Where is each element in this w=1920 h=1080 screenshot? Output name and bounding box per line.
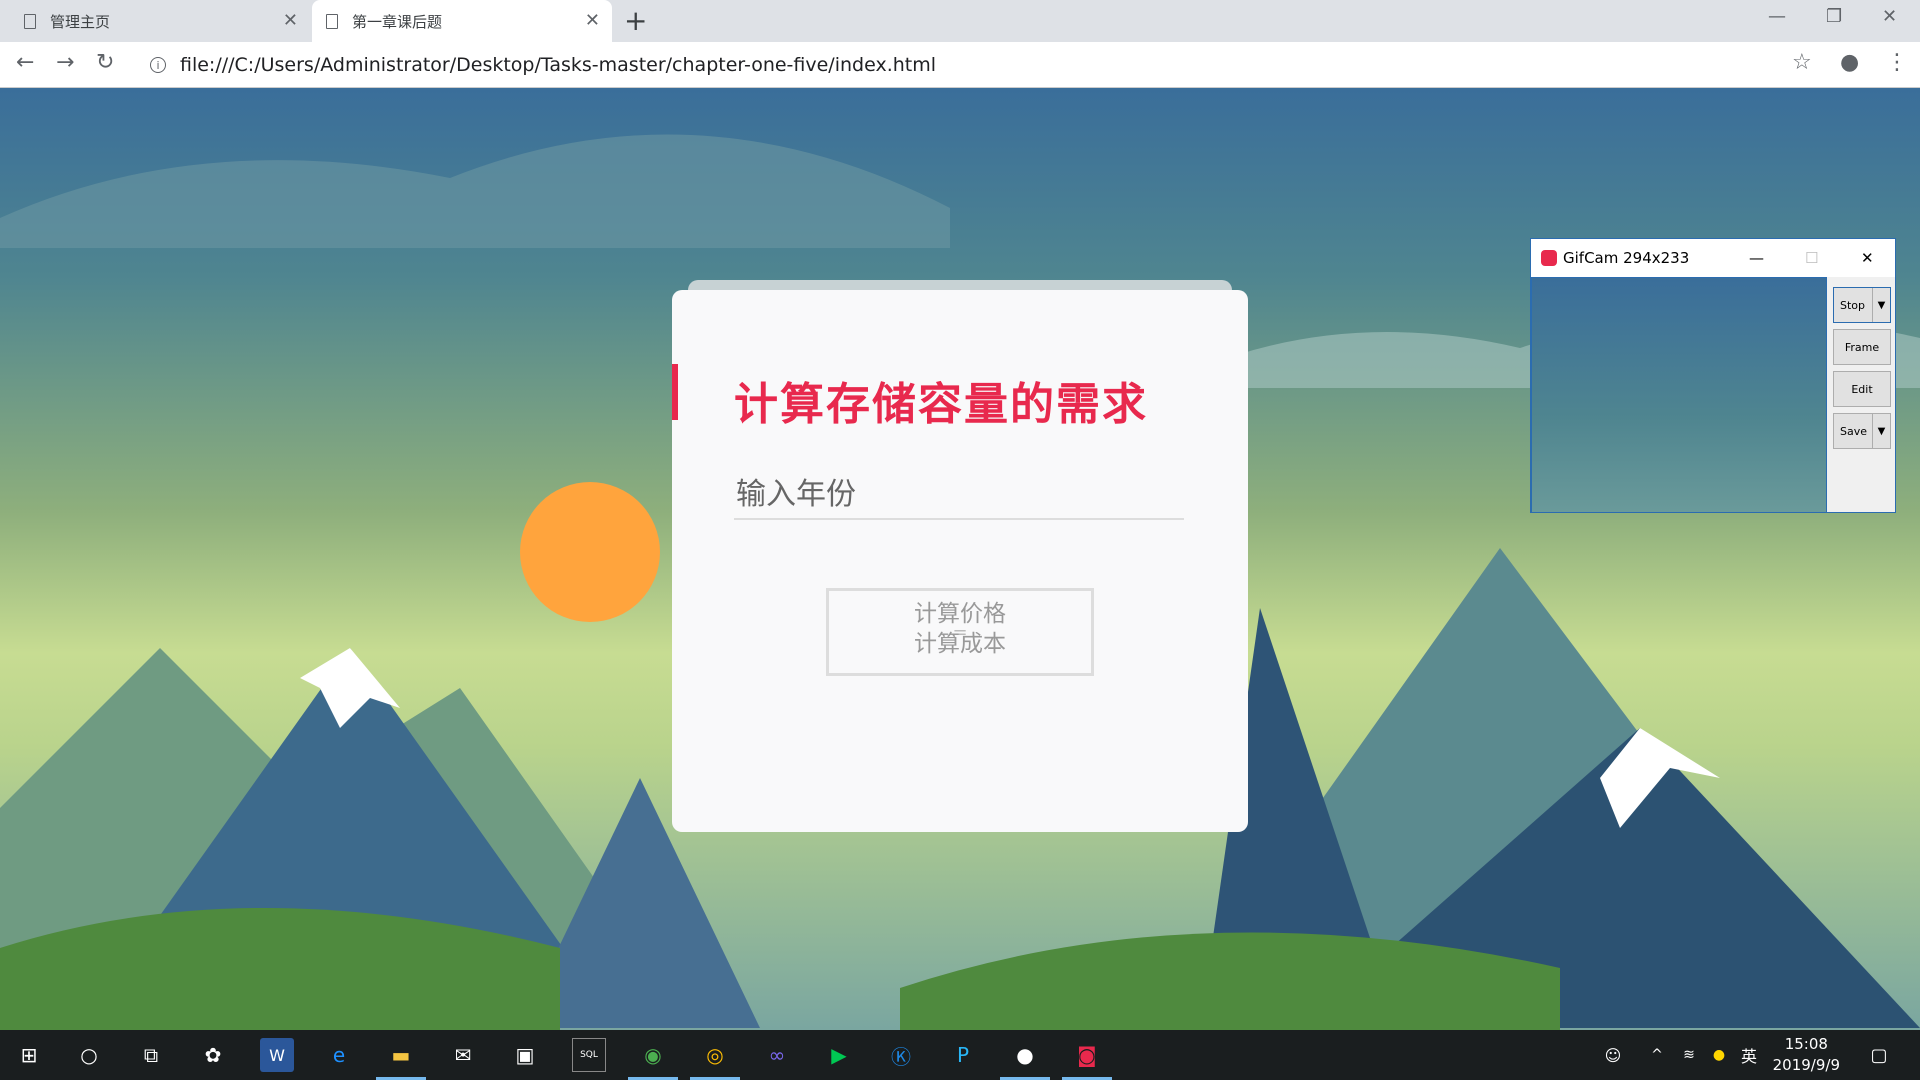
close-tab-icon[interactable]: ✕ xyxy=(283,10,298,31)
ime-indicator[interactable]: 英 xyxy=(1732,1038,1766,1072)
page-title: 计算存储容量的需求 xyxy=(734,379,1148,430)
back-icon[interactable]: ← xyxy=(16,50,34,75)
task-view-icon[interactable]: ⧉ xyxy=(134,1038,168,1072)
restore-window-icon[interactable]: ❐ xyxy=(1826,6,1842,27)
start-icon[interactable]: ⊞ xyxy=(12,1038,46,1072)
minimize-window-icon[interactable]: — xyxy=(1768,6,1786,27)
document-icon xyxy=(326,13,338,29)
browser-tab-bar: 管理主页 ✕ 第一章课后题 ✕ + — ❐ ✕ xyxy=(0,0,1920,42)
tab-title: 管理主页 xyxy=(50,12,111,31)
gifcam-title: GifCam 294x233 xyxy=(1563,249,1690,267)
store-icon[interactable]: ▣ xyxy=(508,1038,542,1072)
calculate-cost-link[interactable]: 计算成本 xyxy=(672,624,1248,658)
gifcam-close-icon[interactable]: ✕ xyxy=(1861,249,1874,267)
notification-icon[interactable]: ▢ xyxy=(1862,1038,1896,1072)
year-input[interactable] xyxy=(734,470,1184,520)
bookmark-star-icon[interactable]: ☆ xyxy=(1792,50,1812,75)
clock-time: 15:08 xyxy=(1784,1035,1828,1053)
taskbar-clock[interactable]: 15:08 2019/9/9 xyxy=(1773,1034,1840,1076)
p-app-icon[interactable]: P xyxy=(946,1038,980,1072)
gifcam-capture-area[interactable] xyxy=(1531,277,1827,513)
word-icon[interactable]: W xyxy=(260,1038,294,1072)
profile-icon[interactable]: ● xyxy=(1840,50,1859,75)
address-bar: ← → ↻ i file:///C:/Users/Administrator/D… xyxy=(0,42,1920,88)
gifcam-app-icon xyxy=(1541,250,1557,266)
gifcam-minimize-icon[interactable]: — xyxy=(1749,249,1764,267)
tray-chevron-icon[interactable]: ^ xyxy=(1640,1038,1674,1072)
chrome-icon[interactable]: ◎ xyxy=(690,1038,740,1080)
save-label: Save xyxy=(1840,424,1868,438)
tray-app-icon[interactable]: ● xyxy=(1702,1038,1736,1072)
play-icon[interactable]: ▶ xyxy=(822,1038,856,1072)
info-icon[interactable]: i xyxy=(150,57,166,73)
gifcam-stop-button[interactable]: Stop ▼ xyxy=(1833,287,1891,323)
mysql-icon[interactable]: SQL xyxy=(572,1038,606,1072)
infinity-icon[interactable]: ∞ xyxy=(760,1038,794,1072)
tab-chapter-one[interactable]: 第一章课后题 ✕ xyxy=(312,0,612,42)
wifi-icon[interactable]: ≋ xyxy=(1672,1038,1706,1072)
gifcam-edit-button[interactable]: Edit xyxy=(1833,371,1891,407)
search-icon[interactable]: ○ xyxy=(72,1038,106,1072)
page-background: 计算存储容量的需求 = 计算价格 计算成本 GifCam 294x233 — ☐… xyxy=(0,88,1920,1030)
file-explorer-icon[interactable]: ▬ xyxy=(376,1038,426,1080)
title-accent-bar xyxy=(672,364,678,420)
gifcam-maximize-icon[interactable]: ☐ xyxy=(1805,249,1818,267)
calculate-price-link[interactable]: 计算价格 xyxy=(672,594,1248,628)
people-icon[interactable]: ☺ xyxy=(1596,1038,1630,1072)
stop-dropdown-icon[interactable]: ▼ xyxy=(1872,288,1890,322)
gifcam-titlebar: GifCam 294x233 — ☐ ✕ xyxy=(1531,239,1895,277)
calculator-card: 计算存储容量的需求 = 计算价格 计算成本 xyxy=(672,290,1248,832)
url-field[interactable]: i file:///C:/Users/Administrator/Desktop… xyxy=(150,50,936,80)
new-tab-button[interactable]: + xyxy=(624,4,647,37)
document-icon xyxy=(24,13,36,29)
close-tab-icon[interactable]: ✕ xyxy=(585,10,600,31)
windows-taskbar: ⊞ ○ ⧉ ✿ W e ▬ ✉ ▣ SQL ◉ ◎ ∞ ▶ Ⓚ P ● ◙ ☺ … xyxy=(0,1030,1920,1080)
k-app-icon[interactable]: Ⓚ xyxy=(884,1038,918,1072)
gifcam-save-button[interactable]: Save ▼ xyxy=(1833,413,1891,449)
tab-title: 第一章课后题 xyxy=(352,12,443,31)
edge-icon[interactable]: e xyxy=(322,1038,356,1072)
circle-app-icon[interactable]: ● xyxy=(1000,1038,1050,1080)
mail-icon[interactable]: ✉ xyxy=(446,1038,480,1072)
gifcam-frame-button[interactable]: Frame xyxy=(1833,329,1891,365)
browser-green-icon[interactable]: ◉ xyxy=(628,1038,678,1080)
reload-icon[interactable]: ↻ xyxy=(96,50,114,75)
gifcam-taskbar-icon[interactable]: ◙ xyxy=(1062,1038,1112,1080)
clock-date: 2019/9/9 xyxy=(1772,1056,1840,1074)
app-pinwheel-icon[interactable]: ✿ xyxy=(196,1038,230,1072)
menu-icon[interactable]: ⋮ xyxy=(1886,50,1908,75)
url-text: file:///C:/Users/Administrator/Desktop/T… xyxy=(180,54,937,76)
stop-label: Stop xyxy=(1840,298,1866,312)
forward-icon[interactable]: → xyxy=(56,50,74,75)
tab-admin-home[interactable]: 管理主页 ✕ xyxy=(10,0,310,42)
close-window-icon[interactable]: ✕ xyxy=(1882,6,1897,27)
gifcam-window: GifCam 294x233 — ☐ ✕ Stop ▼ Frame Edit S… xyxy=(1530,238,1896,513)
save-dropdown-icon[interactable]: ▼ xyxy=(1872,414,1890,448)
